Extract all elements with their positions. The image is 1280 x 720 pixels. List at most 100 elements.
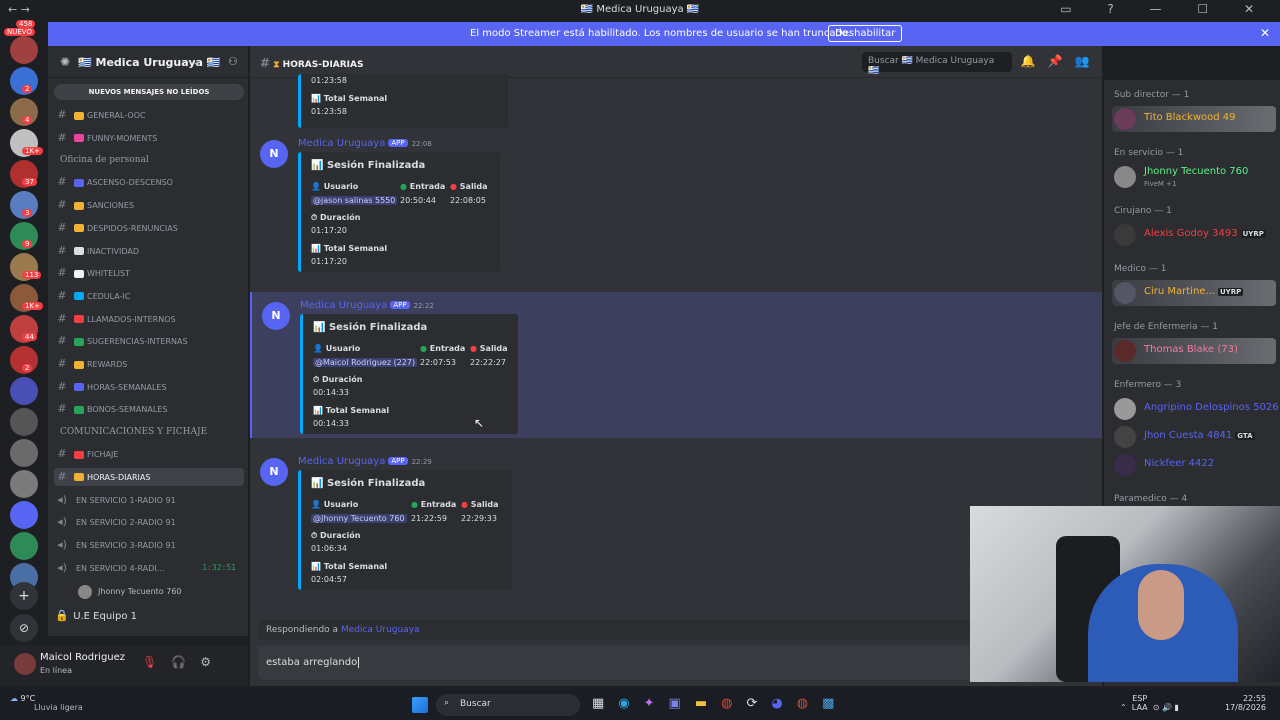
embed-salida-label: ● Salida bbox=[470, 344, 508, 353]
channel-emoji-icon bbox=[74, 134, 84, 143]
bell-icon[interactable]: 🔔 bbox=[1021, 54, 1048, 68]
window-controls[interactable]: ▭ ? — ☐ ✕ bbox=[1060, 2, 1270, 16]
embed-user-mention[interactable]: @Maicol Rodriguez (227) bbox=[313, 358, 418, 367]
channel-item[interactable]: ◂) EN SERVICIO 2-RADIO 91 bbox=[54, 513, 244, 531]
channel-category[interactable]: Oficina de personal bbox=[60, 155, 149, 165]
channel-item[interactable]: # sanciones bbox=[54, 196, 244, 214]
search-input[interactable]: Buscar 🇺🇾 Medica Uruguaya 🇺🇾 bbox=[862, 52, 1012, 76]
chrome-icon[interactable]: ◍ bbox=[721, 696, 746, 711]
bot-avatar[interactable]: N bbox=[262, 302, 290, 330]
chrome-icon[interactable]: ◍ bbox=[797, 696, 822, 711]
add-member-icon[interactable]: ⚇ bbox=[228, 55, 238, 68]
channel-item[interactable]: ◂) EN SERVICIO 3-RADIO 91 bbox=[54, 536, 244, 554]
channel-item[interactable]: # horas-semanales bbox=[54, 378, 244, 396]
channel-item[interactable]: # general-ooc bbox=[54, 106, 244, 124]
channel-item[interactable]: ◂) EN SERVICIO 4-RADI... 1:32:51 bbox=[54, 559, 244, 577]
embed-user-mention[interactable]: @jason salinas 5550 bbox=[311, 196, 398, 205]
pin-icon[interactable]: 📌 bbox=[1048, 54, 1075, 68]
member-item[interactable]: Tito Blackwood 49 bbox=[1112, 106, 1276, 132]
guild-header[interactable]: ✺ 🇺🇾 Medica Uruguaya 🇺🇾 ⌄ ⚇ bbox=[48, 46, 248, 78]
channel-item[interactable]: # sugerencias-internas bbox=[54, 332, 244, 350]
server-icon[interactable] bbox=[10, 36, 38, 64]
avatar bbox=[78, 584, 92, 599]
clock[interactable]: 22:55 17/8/2026 bbox=[1225, 694, 1266, 712]
bot-avatar[interactable]: N bbox=[260, 458, 288, 486]
server-icon[interactable] bbox=[10, 470, 38, 498]
new-messages-pill[interactable]: NUEVOS MENSAJES NO LEÍDOS bbox=[54, 84, 244, 100]
speaker-icon: ◂) bbox=[57, 515, 67, 529]
member-item[interactable]: Jhonny Tecuento 760 FiveM +1 bbox=[1112, 164, 1276, 190]
server-icon[interactable] bbox=[10, 439, 38, 467]
channel-category[interactable]: COMUNICACIONES Y FICHAJE bbox=[60, 427, 207, 437]
disable-streamer-button[interactable]: Deshabilitar bbox=[828, 25, 903, 42]
voice-controls[interactable]: 🎙🎧⚙ bbox=[142, 655, 225, 669]
channel-item[interactable]: # rewards bbox=[54, 355, 244, 373]
channel-item[interactable]: # horas-diarias bbox=[54, 467, 244, 486]
embed-user-label: 👤 Usuario bbox=[311, 182, 359, 191]
discover-icon[interactable]: ⊘ bbox=[10, 614, 38, 642]
close-icon[interactable]: ✕ bbox=[1260, 26, 1270, 40]
server-icon[interactable] bbox=[10, 532, 38, 560]
member-item[interactable]: Angripino Delospinos 5026 bbox=[1112, 396, 1279, 422]
channel-item[interactable]: # whitelist bbox=[54, 264, 244, 282]
channel-item[interactable]: # funny-moments bbox=[54, 129, 244, 147]
channel-emoji-icon bbox=[74, 473, 84, 482]
embed-total-value: 02:04:57 bbox=[311, 575, 347, 584]
add-server-icon[interactable]: + bbox=[10, 582, 38, 610]
channel-item[interactable]: # fichaje bbox=[54, 445, 244, 463]
message-input[interactable]: estaba arreglando bbox=[258, 646, 1094, 680]
locked-channel[interactable]: 🔒 U.E Equipo 1 bbox=[54, 607, 244, 625]
folder-icon[interactable]: ▬ bbox=[695, 696, 721, 711]
system-tray[interactable]: ⌃ ESP LAA ⊙ 🔊 ▮ bbox=[1120, 694, 1179, 712]
member-item[interactable]: Nickfeer 4422 bbox=[1112, 452, 1276, 478]
lock-icon: 🔒 bbox=[55, 609, 69, 623]
chat-message[interactable]: N Medica Uruguaya APP 22:08 📊 Sesión Finaliz… bbox=[250, 130, 1102, 276]
app-badge: APP bbox=[390, 301, 410, 309]
taskbar-apps[interactable]: ▦◉✦▣▬◍⟳◕◍▩ bbox=[592, 696, 848, 711]
channel-item[interactable]: ◂) EN SERVICIO 1-RADIO 91 bbox=[54, 491, 244, 509]
channel-item[interactable]: # bonos-semanales bbox=[54, 400, 244, 418]
embed-time: 01:23:58 bbox=[311, 76, 347, 85]
photos-icon[interactable]: ▩ bbox=[822, 696, 848, 711]
reply-target[interactable]: Medica Uruguaya bbox=[341, 625, 420, 635]
weather-widget[interactable]: ☁ 9°C Lluvia ligera bbox=[10, 694, 83, 712]
server-icon[interactable] bbox=[10, 377, 38, 405]
channel-item[interactable]: # despidos-renuncias bbox=[54, 219, 244, 237]
channel-emoji-icon bbox=[74, 315, 84, 324]
app-icon[interactable]: ⟳ bbox=[746, 696, 771, 711]
deafen-icon[interactable]: 🎧 bbox=[171, 655, 200, 669]
mic-muted-icon[interactable]: 🎙 bbox=[142, 655, 171, 669]
bot-avatar[interactable]: N bbox=[260, 140, 288, 168]
voice-user[interactable]: Jhonny Tecuento 760 bbox=[54, 583, 244, 601]
role-header: Jefe de Enfermeria — 1 bbox=[1114, 322, 1218, 332]
channel-item[interactable]: # ascenso-descenso bbox=[54, 173, 244, 191]
server-icon[interactable] bbox=[10, 408, 38, 436]
chat-message[interactable]: N Medica Uruguaya APP 22:22 📊 Sesión Finaliz… bbox=[250, 292, 1102, 438]
message-author[interactable]: Medica Uruguaya APP 22:29 bbox=[298, 456, 432, 467]
server-badge: 1K+ bbox=[22, 302, 43, 310]
server-icon[interactable] bbox=[10, 501, 38, 529]
embed-duracion-value: 00:14:33 bbox=[313, 388, 349, 397]
member-item[interactable]: Jhon Cuesta 4841 GTA bbox=[1112, 424, 1276, 450]
gear-icon[interactable]: ⚙ bbox=[200, 655, 225, 669]
explorer-icon[interactable]: ▦ bbox=[592, 696, 618, 711]
member-item[interactable]: Ciru Martine... UYRP bbox=[1112, 280, 1276, 306]
channel-emoji-icon bbox=[74, 360, 84, 369]
discord-icon[interactable]: ◕ bbox=[771, 696, 796, 711]
header-toolbar[interactable]: ⌗🔔📌👥 bbox=[1002, 54, 1102, 69]
channel-item[interactable]: # inactividad bbox=[54, 242, 244, 260]
start-button[interactable] bbox=[412, 697, 428, 713]
members-icon[interactable]: 👥 bbox=[1075, 54, 1102, 68]
edge-icon[interactable]: ◉ bbox=[618, 696, 643, 711]
copilot-icon[interactable]: ✦ bbox=[644, 696, 669, 711]
taskbar-search[interactable]: ⌕ Buscar bbox=[436, 694, 580, 716]
member-item[interactable]: Alexis Godoy 3493 UYRP bbox=[1112, 222, 1276, 248]
channel-item[interactable]: # llamados-internos bbox=[54, 310, 244, 328]
teams-icon[interactable]: ▣ bbox=[669, 696, 695, 711]
member-item[interactable]: Thomas Blake (73) bbox=[1112, 338, 1276, 364]
channel-item[interactable]: # cedula-ic bbox=[54, 287, 244, 305]
avatar[interactable] bbox=[14, 653, 36, 675]
message-author[interactable]: Medica Uruguaya APP 22:22 bbox=[300, 300, 434, 311]
message-author[interactable]: Medica Uruguaya APP 22:08 bbox=[298, 138, 432, 149]
embed-user-mention[interactable]: @Jhonny Tecuento 760 bbox=[311, 514, 407, 523]
